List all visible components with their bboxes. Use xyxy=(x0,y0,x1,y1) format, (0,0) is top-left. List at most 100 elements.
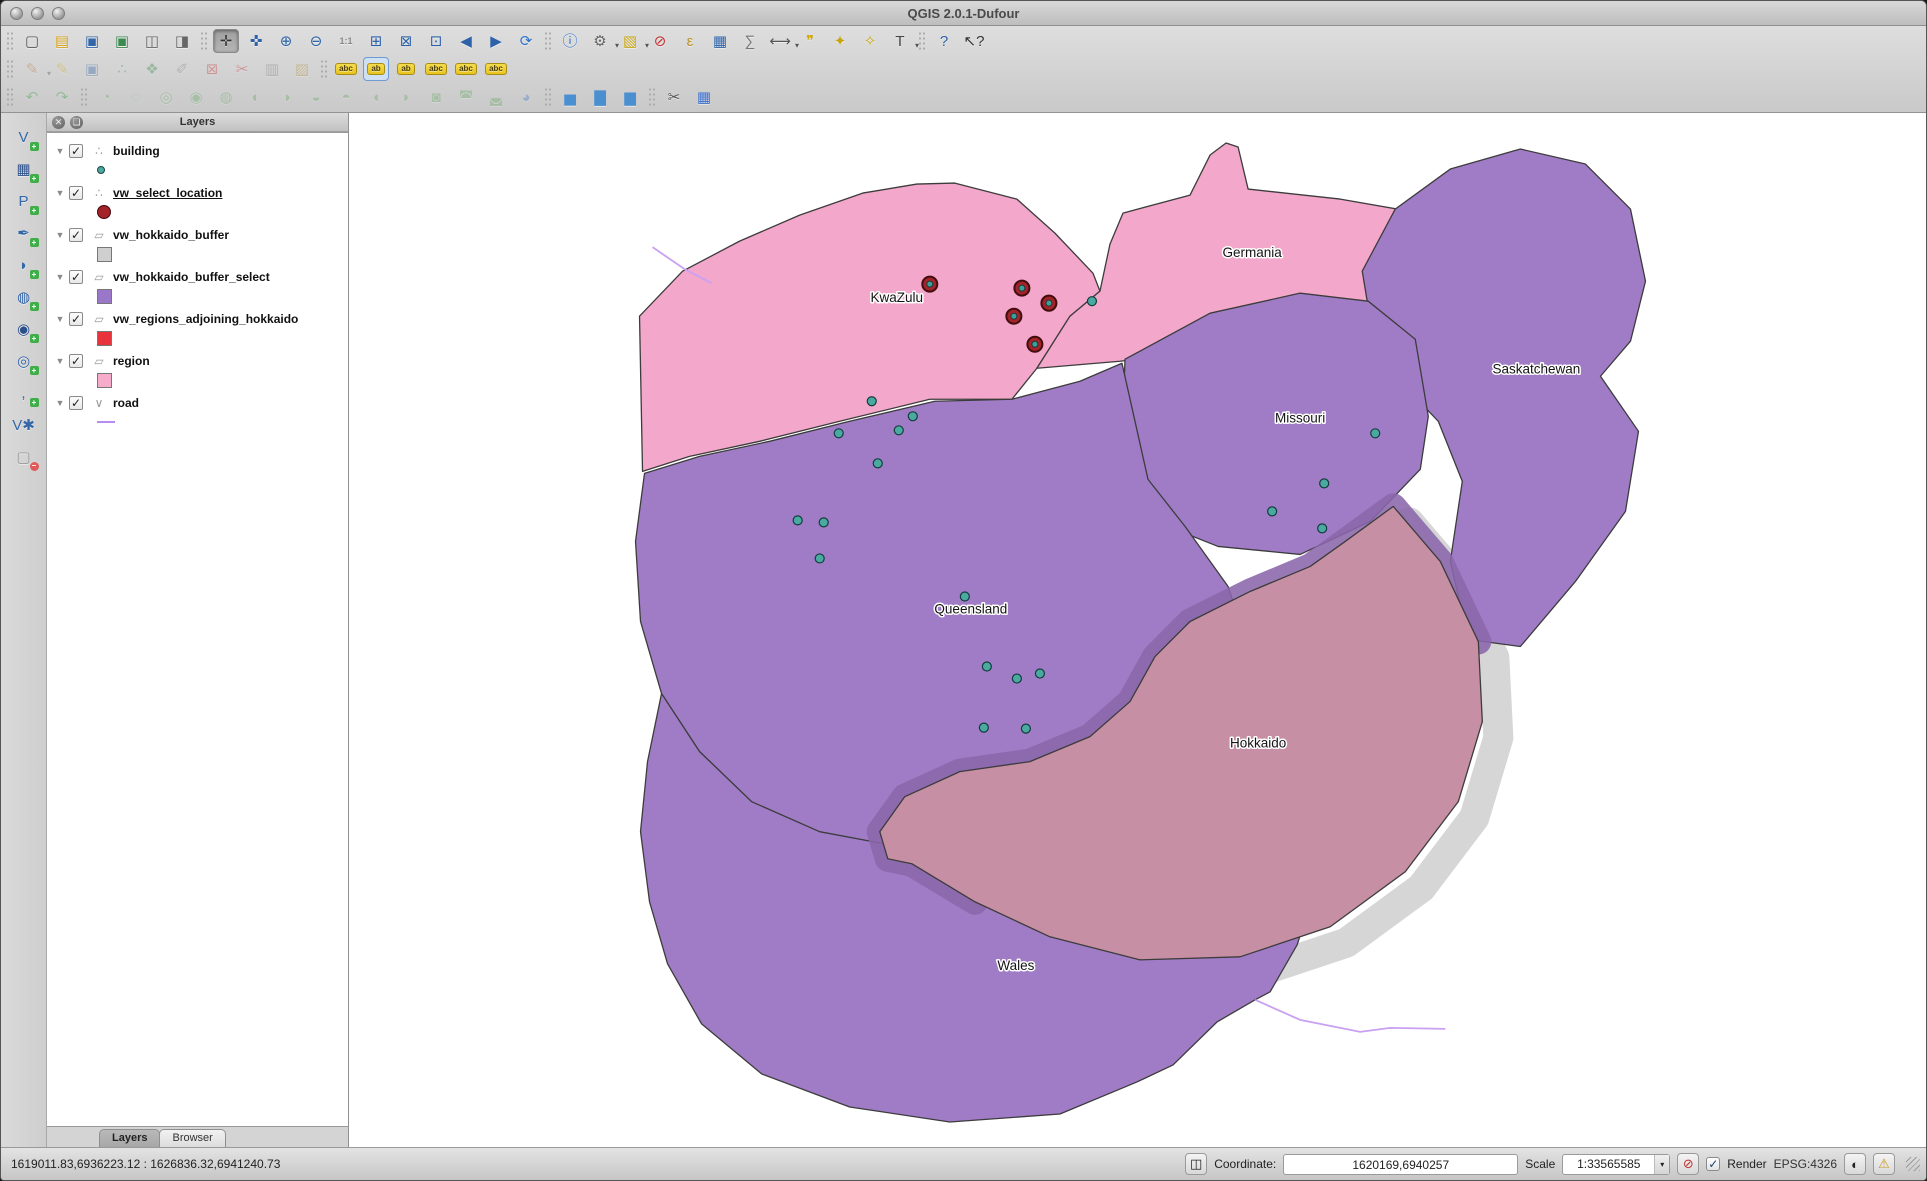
building-point[interactable] xyxy=(894,426,903,435)
node-tool-button[interactable]: ✐ xyxy=(169,57,195,81)
expander-icon[interactable]: ▼ xyxy=(53,314,67,324)
resize-grip[interactable] xyxy=(1906,1157,1920,1171)
rotate-point-symbols-button[interactable]: ◛ xyxy=(483,85,509,109)
new-bookmark-button[interactable]: ✦ xyxy=(827,29,853,53)
building-point[interactable] xyxy=(1087,297,1096,306)
layer-item-vw_select_location[interactable]: ▼✓∴vw_select_location xyxy=(47,181,348,223)
render-checkbox[interactable]: ✓ xyxy=(1706,1157,1720,1171)
open-attribute-table-button[interactable]: ▦ xyxy=(707,29,733,53)
deselect-features-button[interactable]: ⊘ xyxy=(647,29,673,53)
layer-item-vw_regions_adjoining_hokkaido[interactable]: ▼✓▱vw_regions_adjoining_hokkaido xyxy=(47,307,348,349)
building-point[interactable] xyxy=(1012,674,1021,683)
refresh-map-button[interactable]: ⟳ xyxy=(513,29,539,53)
save-project-as-button[interactable]: ▣ xyxy=(109,29,135,53)
add-spatialite-layer-button[interactable]: ✒ xyxy=(11,221,37,245)
expander-icon[interactable]: ▼ xyxy=(53,272,67,282)
delete-selected-button[interactable]: ⊠ xyxy=(199,57,225,81)
chevron-down-icon[interactable]: ▾ xyxy=(1654,1155,1669,1174)
split-parts-button[interactable]: ◗ xyxy=(393,85,419,109)
zoom-window-button[interactable] xyxy=(52,7,65,20)
local-histogram-stretch-button[interactable]: ▅ xyxy=(557,85,583,109)
save-project-button[interactable]: ▣ xyxy=(79,29,105,53)
whats-this-button[interactable]: ↖? xyxy=(961,29,987,53)
layer-item-vw_hokkaido_buffer[interactable]: ▼✓▱vw_hokkaido_buffer xyxy=(47,223,348,265)
undo-button[interactable]: ↶ xyxy=(19,85,45,109)
layer-item-building[interactable]: ▼✓∴building xyxy=(47,139,348,181)
labeling-button[interactable]: abc xyxy=(333,57,359,81)
building-point[interactable] xyxy=(1035,669,1044,678)
panel-tab-browser[interactable]: Browser xyxy=(159,1129,225,1147)
minimize-window-button[interactable] xyxy=(31,7,44,20)
current-edits-button[interactable]: ✎▾ xyxy=(19,57,45,81)
fill-ring-button[interactable]: ◍ xyxy=(213,85,239,109)
redo-button[interactable]: ↷ xyxy=(49,85,75,109)
add-delimited-text-layer-button[interactable]: , xyxy=(11,381,37,405)
new-project-button[interactable]: ▢ xyxy=(19,29,45,53)
map-canvas[interactable]: KwaZuluGermaniaMissouriSaskatchewanQueen… xyxy=(349,113,1926,1147)
title-bar[interactable]: QGIS 2.0.1-Dufour xyxy=(1,1,1926,26)
cut-features-button[interactable]: ✂ xyxy=(229,57,255,81)
open-project-button[interactable]: ▤ xyxy=(49,29,75,53)
building-point[interactable] xyxy=(793,516,802,525)
merge-attributes-button[interactable]: ◚ xyxy=(453,85,479,109)
layer-visibility-checkbox[interactable]: ✓ xyxy=(69,312,83,326)
add-wms-layer-button[interactable]: ◍ xyxy=(11,285,37,309)
expander-icon[interactable]: ▼ xyxy=(53,188,67,198)
building-point[interactable] xyxy=(908,412,917,421)
show-hide-labels-button[interactable]: abc xyxy=(453,57,479,81)
layer-visibility-checkbox[interactable]: ✓ xyxy=(69,186,83,200)
add-vector-layer-button[interactable]: V xyxy=(11,125,37,149)
add-raster-layer-button[interactable]: ▦ xyxy=(11,157,37,181)
copy-features-button[interactable]: ▥ xyxy=(259,57,285,81)
map-tips-button[interactable]: ❞ xyxy=(797,29,823,53)
building-point[interactable] xyxy=(982,662,991,671)
add-wfs-layer-button[interactable]: ◎ xyxy=(11,349,37,373)
merge-features-button[interactable]: ◙ xyxy=(423,85,449,109)
identify-features-button[interactable]: ⓘ xyxy=(557,29,583,53)
road-southeast[interactable] xyxy=(1255,1000,1445,1032)
select-features-button[interactable]: ▧▾ xyxy=(617,29,643,53)
text-annotation-button[interactable]: T▾ xyxy=(887,29,913,53)
building-point[interactable] xyxy=(815,554,824,563)
move-label-button[interactable]: ab xyxy=(363,57,389,81)
delete-part-button[interactable]: ◑ xyxy=(273,85,299,109)
split-features-button[interactable]: ◖ xyxy=(363,85,389,109)
offset-curve-button[interactable]: ◓ xyxy=(333,85,359,109)
zoom-full-extent-button[interactable]: ⊞ xyxy=(363,29,389,53)
panel-close-button[interactable]: ✕ xyxy=(52,116,65,129)
rotate-feature-button[interactable]: ◔ xyxy=(93,85,119,109)
layer-visibility-checkbox[interactable]: ✓ xyxy=(69,228,83,242)
add-wcs-layer-button[interactable]: ◉ xyxy=(11,317,37,341)
building-point[interactable] xyxy=(1021,724,1030,733)
select-by-expression-button[interactable]: ε xyxy=(677,29,703,53)
layer-item-region[interactable]: ▼✓▱region xyxy=(47,349,348,391)
building-point[interactable] xyxy=(1371,429,1380,438)
remove-layer-button[interactable]: ▢ xyxy=(11,445,37,469)
composer-manager-button[interactable]: ◨ xyxy=(169,29,195,53)
panel-tab-layers[interactable]: Layers xyxy=(99,1129,160,1147)
expander-icon[interactable]: ▼ xyxy=(53,356,67,366)
layer-visibility-checkbox[interactable]: ✓ xyxy=(69,144,83,158)
zoom-to-layer-button[interactable]: ⊡ xyxy=(423,29,449,53)
add-feature-button[interactable]: ∴ xyxy=(109,57,135,81)
offset-point-symbol-button[interactable]: ◕ xyxy=(513,85,539,109)
building-point[interactable] xyxy=(1318,524,1327,533)
rotate-label-button[interactable]: ab xyxy=(393,57,419,81)
layer-item-vw_hokkaido_buffer_select[interactable]: ▼✓▱vw_hokkaido_buffer_select xyxy=(47,265,348,307)
save-layer-edits-button[interactable]: ▣ xyxy=(79,57,105,81)
building-point[interactable] xyxy=(873,459,882,468)
move-feature-button[interactable]: ❖ xyxy=(139,57,165,81)
paste-features-button[interactable]: ▨ xyxy=(289,57,315,81)
zoom-next-button[interactable]: ▶ xyxy=(483,29,509,53)
run-feature-action-button[interactable]: ⚙▾ xyxy=(587,29,613,53)
change-label-button[interactable]: abc xyxy=(483,57,509,81)
stop-render-icon[interactable]: ⊘ xyxy=(1677,1153,1699,1175)
layer-visibility-checkbox[interactable]: ✓ xyxy=(69,270,83,284)
zoom-native-resolution-button[interactable]: 1:1 xyxy=(333,29,359,53)
building-point[interactable] xyxy=(1268,507,1277,516)
close-window-button[interactable] xyxy=(10,7,23,20)
new-print-composer-button[interactable]: ◫ xyxy=(139,29,165,53)
pan-map-button[interactable]: ✛ xyxy=(213,29,239,53)
pin-unpin-labels-button[interactable]: abc xyxy=(423,57,449,81)
building-point[interactable] xyxy=(819,518,828,527)
